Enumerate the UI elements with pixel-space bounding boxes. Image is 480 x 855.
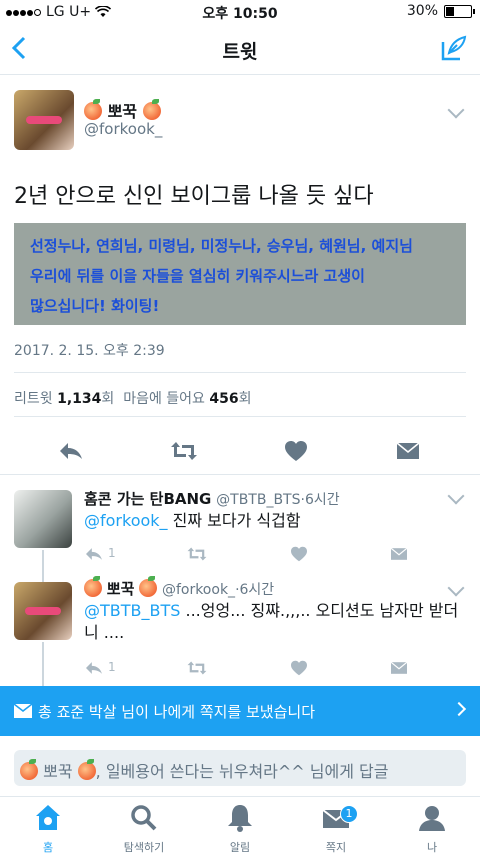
avatar[interactable] xyxy=(14,490,72,548)
retweet-count: 1,134 xyxy=(57,391,102,407)
message-icon[interactable] xyxy=(390,660,408,676)
like-heart-icon[interactable] xyxy=(284,440,308,462)
tweet-stats[interactable]: 리트윗 1,134회 마음에 들어요 456회 xyxy=(14,388,252,408)
peach-emoji-icon xyxy=(84,99,102,120)
tweet-text: 2년 안으로 신인 보이그룹 나올 듯 싶다 xyxy=(14,184,374,209)
reply-text: @TBTB_BTS ...엉엉... 징쨔.,,,.. 오디션도 남자만 받더니… xyxy=(84,601,459,642)
dm-notification-banner[interactable]: 총 죠준 박살 님이 나에게 쪽지를 보냈습니다 xyxy=(0,686,480,736)
envelope-icon xyxy=(14,704,32,718)
status-bar: LG U+ 오후 10:50 30% xyxy=(0,0,480,24)
battery-percent: 30% xyxy=(406,3,438,19)
peach-emoji-icon xyxy=(142,99,161,120)
author-handle[interactable]: @forkook_ xyxy=(84,120,162,138)
reply-author-handle[interactable]: @TBTB_BTS xyxy=(216,492,300,508)
image-text-line: 선정누나, 연희님, 미령님, 미정누나, 승우님, 혜원님, 예지님 xyxy=(30,237,413,255)
like-heart-icon[interactable] xyxy=(290,660,308,676)
mention-link[interactable]: @forkook_ xyxy=(84,511,168,530)
tab-messages[interactable]: 1 쪽지 xyxy=(288,803,384,854)
retweet-icon[interactable] xyxy=(186,546,208,562)
reply-author-name[interactable]: 홈콘 가는 탄BANG xyxy=(84,490,211,508)
chevron-down-icon[interactable] xyxy=(447,487,465,505)
like-heart-icon[interactable] xyxy=(290,546,308,562)
peach-emoji-icon xyxy=(84,576,102,597)
tweet-image[interactable]: 선정누나, 연희님, 미령님, 미정누나, 승우님, 혜원님, 예지님 우리에 … xyxy=(14,223,466,325)
chevron-down-icon[interactable] xyxy=(447,579,465,597)
reply-author-name[interactable]: 뽀꾹 xyxy=(107,580,135,598)
peach-emoji-icon xyxy=(139,576,158,597)
reply-time: 6시간 xyxy=(239,582,275,598)
tab-home[interactable]: 홈 xyxy=(0,803,96,854)
composer-placeholder: , 일베용어 쓴다는 뉘우쳐라^^ 님에게 답글 xyxy=(95,762,389,781)
image-text-line: 우리에 뒤를 이을 자들을 열심히 키워주시느라 고생이 xyxy=(30,267,365,285)
message-icon[interactable] xyxy=(390,546,408,562)
nav-bar: 트윗 xyxy=(0,24,480,75)
person-icon xyxy=(419,806,445,831)
tab-bar: 홈 탐색하기 알림 1 쪽지 나 xyxy=(0,796,480,854)
banner-text: 총 죠준 박살 님이 나에게 쪽지를 보냈습니다 xyxy=(38,703,316,721)
home-icon xyxy=(36,805,60,830)
page-title: 트윗 xyxy=(222,41,258,63)
chevron-right-icon xyxy=(451,701,467,717)
divider xyxy=(14,416,466,417)
peach-emoji-icon xyxy=(20,759,38,780)
unread-badge: 1 xyxy=(340,805,358,823)
divider xyxy=(0,474,480,475)
reply-icon[interactable] xyxy=(84,660,104,676)
like-count: 456 xyxy=(209,391,239,407)
divider xyxy=(14,372,466,373)
peach-emoji-icon xyxy=(77,759,96,780)
search-icon xyxy=(131,805,157,831)
reply-author-handle[interactable]: @forkook_ xyxy=(162,582,235,598)
reply-icon[interactable] xyxy=(58,440,84,462)
tab-explore[interactable]: 탐색하기 xyxy=(96,803,192,854)
retweet-icon[interactable] xyxy=(186,660,208,676)
image-text-line: 많으십니다! 화이팅! xyxy=(30,297,160,315)
tab-notifications[interactable]: 알림 xyxy=(192,803,288,854)
chevron-down-icon[interactable] xyxy=(447,101,465,119)
reply-count: 1 xyxy=(108,546,116,560)
composer-name: 뽀꾹 xyxy=(43,762,73,781)
mention-link[interactable]: @TBTB_BTS xyxy=(84,601,180,620)
bell-icon xyxy=(228,805,252,832)
battery-icon xyxy=(444,4,475,18)
thread-line xyxy=(42,570,44,582)
reply-icon[interactable] xyxy=(84,546,104,562)
reply-text: @forkook_ 진짜 보다가 식겁함 xyxy=(84,511,301,530)
avatar[interactable] xyxy=(14,582,72,640)
tweet-actions xyxy=(0,432,480,472)
author-name[interactable]: 뽀꾹 xyxy=(84,98,161,122)
thread-line xyxy=(42,642,44,686)
reply-time: 6시간 xyxy=(304,492,340,508)
message-icon[interactable] xyxy=(396,440,420,462)
reply-composer[interactable]: 뽀꾹 , 일베용어 쓴다는 뉘우쳐라^^ 님에게 답글 xyxy=(14,750,466,786)
retweet-icon[interactable] xyxy=(170,440,198,462)
tweet-timestamp: 2017. 2. 15. 오후 2:39 xyxy=(14,343,165,359)
tab-me[interactable]: 나 xyxy=(384,803,480,854)
avatar[interactable] xyxy=(14,90,74,150)
compose-icon[interactable] xyxy=(440,34,468,62)
reply-count: 1 xyxy=(108,660,116,674)
